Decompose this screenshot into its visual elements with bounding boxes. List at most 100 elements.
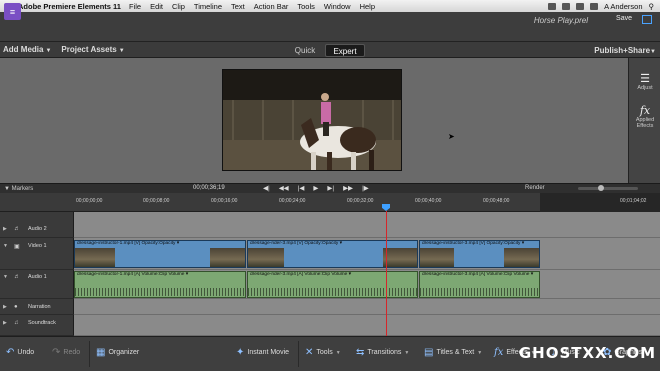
timeline-track-area[interactable]: dressage-instructor-1.mp4 [V] Opacity:Op…: [74, 212, 660, 336]
ruler-tick: 00;00;24;00: [279, 198, 306, 204]
menu-window[interactable]: Window: [324, 2, 351, 11]
volume-icon[interactable]: [576, 2, 585, 10]
expand-arrow-icon[interactable]: ▶: [3, 320, 7, 326]
video-clip[interactable]: dressage-rider-3.mp4 [V] Opacity:Opacity…: [247, 240, 418, 268]
step-forward-icon[interactable]: ▶|: [327, 184, 334, 192]
tab-expert[interactable]: Expert: [325, 44, 365, 57]
instant-movie-button[interactable]: ✦ Instant Movie: [236, 347, 289, 358]
clip-thumbnail: [420, 248, 454, 267]
lane-audio1[interactable]: dressage-instructor-1.mp4 [A] Volume:Cli…: [74, 270, 660, 299]
expand-arrow-icon[interactable]: ▼: [3, 274, 8, 280]
track-header-audio2[interactable]: ▶ ♬ Audio 2: [0, 212, 74, 238]
publish-share-menu[interactable]: Publish+Share▼: [594, 46, 656, 55]
expand-arrow-icon[interactable]: ▶: [3, 304, 7, 310]
publish-share-label: Publish+Share: [594, 46, 651, 55]
effects-label: Effects: [636, 123, 654, 129]
rewind-icon[interactable]: ◀◀: [279, 184, 289, 192]
ruler-tick: 00;00;48;00: [483, 198, 510, 204]
applied-effects-button[interactable]: fx Applied Effects: [629, 104, 660, 129]
app-menu[interactable]: Adobe Premiere Elements 11: [18, 2, 121, 11]
menu-timeline[interactable]: Timeline: [194, 2, 222, 11]
play-icon[interactable]: ▶: [313, 184, 318, 192]
current-timecode[interactable]: 00;00;36;19: [193, 185, 225, 191]
lane-audio2[interactable]: [74, 212, 660, 238]
audio-clip[interactable]: dressage-instructor-3.mp4 [A] Volume:Cli…: [419, 271, 540, 298]
video-clip[interactable]: dressage-instructor-1.mp4 [V] Opacity:Op…: [74, 240, 246, 268]
menu-help[interactable]: Help: [360, 2, 375, 11]
ruler-tick: 00;00;16;00: [211, 198, 238, 204]
chevron-down-icon: ▼: [404, 349, 410, 356]
lane-narration[interactable]: [74, 299, 660, 315]
expand-arrow-icon[interactable]: ▼: [3, 243, 8, 249]
lane-video1[interactable]: dressage-instructor-1.mp4 [V] Opacity:Op…: [74, 238, 660, 270]
track-header-video1[interactable]: ▼ ▣ Video 1: [0, 238, 74, 270]
status-icon[interactable]: [548, 2, 557, 10]
video-clip[interactable]: dressage-instructor-3.mp4 [V] Opacity:Op…: [419, 240, 540, 268]
fullscreen-icon[interactable]: [642, 15, 652, 24]
add-media-menu[interactable]: Add Media ▼: [3, 45, 51, 54]
titles-text-label: Titles & Text: [436, 349, 475, 356]
track-label: Soundtrack: [28, 320, 56, 326]
zoom-slider-handle[interactable]: [598, 185, 604, 191]
menu-text[interactable]: Text: [231, 2, 245, 11]
organizer-label: Organizer: [108, 349, 140, 356]
clip-title: dressage-instructor-1.mp4 [A] Volume:Cli…: [77, 272, 189, 277]
save-button[interactable]: Save: [616, 15, 632, 22]
fast-forward-icon[interactable]: ▶▶: [343, 184, 353, 192]
go-to-end-icon[interactable]: |▶: [362, 184, 369, 192]
clip-thumbnail: [504, 248, 539, 267]
markers-menu[interactable]: ▼ Markers: [4, 186, 33, 192]
sliders-icon: ☰: [640, 73, 650, 85]
project-assets-menu[interactable]: Project Assets ▼: [61, 45, 124, 54]
battery-icon[interactable]: [590, 2, 599, 10]
step-back-icon[interactable]: |◀: [298, 184, 305, 192]
menu-file[interactable]: File: [129, 2, 141, 11]
menu-tools[interactable]: Tools: [297, 2, 315, 11]
fx-icon: fx: [494, 347, 504, 358]
transitions-button[interactable]: ⇆ Transitions ▼: [356, 347, 409, 358]
tools-button[interactable]: ✕ Tools ▼: [305, 347, 341, 358]
instant-movie-label: Instant Movie: [247, 349, 290, 356]
track-header-soundtrack[interactable]: ▶ ♫ Soundtrack: [0, 315, 74, 336]
spotlight-search-icon[interactable]: ⚲: [649, 2, 655, 11]
timeline-zoom-slider[interactable]: [578, 187, 638, 190]
chevron-down-icon: ▼: [45, 48, 52, 54]
track-header-audio1[interactable]: ▼ ♬ Audio 1: [0, 270, 74, 299]
tools-icon: ✕: [305, 347, 314, 358]
video-preview[interactable]: [222, 69, 402, 171]
track-header-narration[interactable]: ▶ ● Narration: [0, 299, 74, 315]
ruler-tick: 00;01;04;02: [620, 198, 647, 204]
render-button[interactable]: Render: [525, 185, 545, 191]
expand-arrow-icon[interactable]: ▶: [3, 226, 7, 232]
clip-thumbnail: [383, 248, 417, 267]
adjust-button[interactable]: ☰ Adjust: [629, 72, 660, 91]
titles-text-button[interactable]: ▤ Titles & Text ▼: [424, 347, 482, 358]
menu-clip[interactable]: Clip: [172, 2, 185, 11]
music-note-icon: ♫: [14, 320, 19, 326]
clip-title: dressage-rider-3.mp4 [V] Opacity:Opacity…: [250, 241, 342, 246]
user-name[interactable]: A Anderson: [604, 2, 642, 11]
audio-waveform: [420, 288, 539, 296]
track-label: Audio 2: [28, 226, 47, 232]
audio-clip[interactable]: dressage-instructor-1.mp4 [A] Volume:Cli…: [74, 271, 246, 298]
playhead-line[interactable]: [386, 211, 387, 336]
menu-edit[interactable]: Edit: [150, 2, 163, 11]
go-to-start-icon[interactable]: ◀|: [263, 184, 270, 192]
wifi-icon[interactable]: [562, 2, 571, 10]
project-assets-label: Project Assets: [61, 45, 117, 54]
organizer-button[interactable]: ▦ Organizer: [96, 347, 139, 358]
clip-title: dressage-instructor-3.mp4 [V] Opacity:Op…: [422, 241, 525, 246]
menu-bar:  Adobe Premiere Elements 11 File Edit C…: [0, 0, 660, 12]
ruler-tick: 00;00;40;00: [415, 198, 442, 204]
undo-button[interactable]: ↶ Undo: [6, 347, 34, 358]
tab-quick[interactable]: Quick: [285, 44, 325, 57]
audio-clip[interactable]: dressage-rider-3.mp4 [A] Volume:Clip Vol…: [247, 271, 418, 298]
titles-icon: ▤: [424, 347, 434, 358]
clip-title: dressage-instructor-1.mp4 [V] Opacity:Op…: [77, 241, 180, 246]
undo-icon: ↶: [6, 347, 15, 358]
transport-controls: ◀| ◀◀ |◀ ▶ ▶| ▶▶ |▶: [263, 184, 369, 192]
speaker-icon: ♬: [14, 226, 20, 232]
redo-button[interactable]: ↷ Redo: [52, 347, 80, 358]
menu-action-bar[interactable]: Action Bar: [254, 2, 289, 11]
lane-soundtrack[interactable]: [74, 315, 660, 336]
